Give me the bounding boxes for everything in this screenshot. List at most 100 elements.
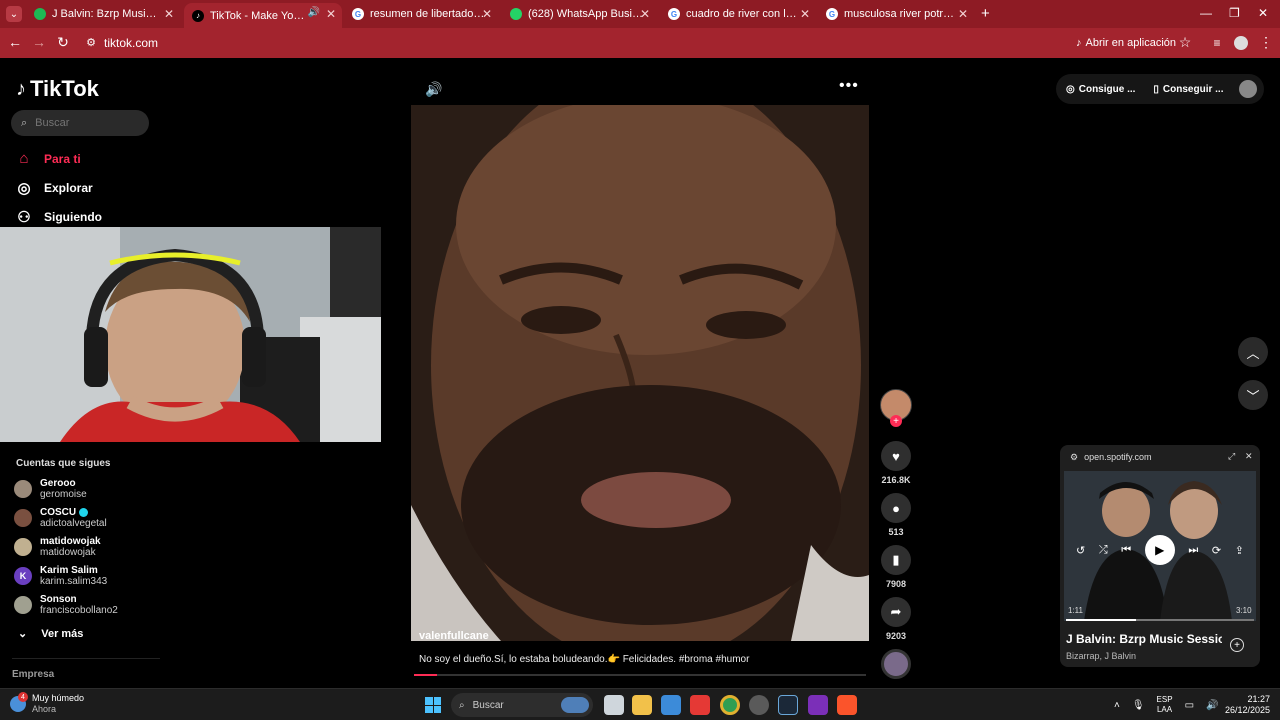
minimize-button[interactable]: — xyxy=(1200,6,1212,20)
next-video-button[interactable]: ﹀ xyxy=(1238,380,1268,410)
brave-icon[interactable] xyxy=(837,695,857,715)
speaker-icon[interactable]: 🔊 xyxy=(308,7,320,18)
open-in-app-button[interactable]: ♪ Abrir en aplicación xyxy=(1068,34,1184,52)
tiktok-logo[interactable]: ♪ TikTok xyxy=(16,76,99,102)
back-to-tab-icon[interactable]: ⤢ xyxy=(1228,451,1235,462)
following-account[interactable]: matidowojak matidowojak xyxy=(14,536,101,558)
weather-widget[interactable]: 4 Muy húmedo Ahora xyxy=(10,692,84,715)
tab-google-musculosa[interactable]: G musculosa river potrero - Buscar ✕ xyxy=(818,3,974,25)
search-box[interactable]: ⌕ xyxy=(11,110,149,136)
chevron-up-icon[interactable]: ˄ xyxy=(1114,700,1120,711)
tab-google-cuadro[interactable]: G cuadro de river con luz - Buscar ✕ xyxy=(660,3,816,25)
microphone-icon[interactable]: 🎙 xyxy=(1132,700,1145,711)
site-settings-icon[interactable]: ⚙ xyxy=(1070,452,1078,463)
close-window-button[interactable]: ✕ xyxy=(1258,6,1268,20)
company-link[interactable]: Empresa xyxy=(12,669,54,680)
following-account[interactable]: Sonson franciscobollano2 xyxy=(14,594,118,616)
overwolf-icon[interactable] xyxy=(749,695,769,715)
bookmark-icon[interactable]: ▮ xyxy=(881,545,911,575)
close-tab-icon[interactable]: ✕ xyxy=(326,7,336,21)
media-controls-icon[interactable]: ≡ xyxy=(1208,36,1226,50)
microsoft-store-icon[interactable] xyxy=(661,695,681,715)
task-view-icon[interactable] xyxy=(604,695,624,715)
tab-label: TikTok - Make Your Day xyxy=(210,9,310,22)
nav-siguiendo[interactable]: ⚇ Siguiendo xyxy=(16,208,102,226)
track-progress-bar[interactable] xyxy=(1066,619,1254,621)
play-button[interactable]: ▶ xyxy=(1144,535,1175,565)
forward-button[interactable]: → xyxy=(30,34,48,50)
more-options-icon[interactable]: ••• xyxy=(839,77,859,95)
tab-whatsapp[interactable]: (628) WhatsApp Business ✕ xyxy=(502,3,656,25)
share-icon[interactable]: ⇪ xyxy=(1235,544,1244,557)
volume-icon[interactable]: 🔊 xyxy=(1206,700,1218,711)
user-avatar[interactable] xyxy=(1239,80,1258,98)
close-tab-icon[interactable]: ✕ xyxy=(800,7,810,21)
save-action[interactable]: ▮ 7908 xyxy=(880,545,912,589)
account-name: COSCU xyxy=(40,507,77,518)
search-input[interactable] xyxy=(35,117,136,129)
video-progress-bar[interactable] xyxy=(414,674,866,676)
phone-icon: ▯ xyxy=(1153,83,1159,95)
heart-icon[interactable]: ♥ xyxy=(881,441,911,471)
windows-start-icon[interactable] xyxy=(425,697,441,713)
comment-icon[interactable]: ● xyxy=(881,493,911,523)
app-y-icon[interactable] xyxy=(808,695,828,715)
tab-search-dropdown-icon[interactable]: ⌄ xyxy=(6,6,22,22)
repeat-icon[interactable]: ⟳ xyxy=(1212,544,1221,557)
bookmark-star-icon[interactable]: ☆ xyxy=(1176,34,1194,51)
video-author[interactable]: valenfullcane xyxy=(419,630,489,642)
volume-icon[interactable]: 🔊 xyxy=(425,81,442,98)
video-top-controls: 🔊 ••• xyxy=(411,73,869,105)
share-action[interactable]: ➦ 9203 xyxy=(880,597,912,641)
language-indicator[interactable]: ESP LAA xyxy=(1157,695,1173,715)
close-tab-icon[interactable]: ✕ xyxy=(958,7,968,21)
get-app-button[interactable]: Conseguir ... xyxy=(1163,84,1224,95)
like-action[interactable]: ♥ 216.8K xyxy=(880,441,912,485)
taskbar-search[interactable]: ⌕ Buscar xyxy=(451,693,593,717)
add-to-library-button[interactable]: + xyxy=(1230,638,1244,652)
tab-google-libertadores[interactable]: G resumen de libertadores 2018 ✕ xyxy=(344,3,498,25)
tab-tiktok[interactable]: ♪ TikTok - Make Your Day 🔊 ✕ xyxy=(184,3,342,28)
total-time: 3:10 xyxy=(1236,606,1252,615)
nav-para-ti[interactable]: ⌂ Para ti xyxy=(16,150,80,167)
close-tab-icon[interactable]: ✕ xyxy=(482,7,492,21)
get-coins-button[interactable]: Consigue ... xyxy=(1079,84,1136,95)
clock[interactable]: 21:27 26/12/2025 xyxy=(1222,694,1270,716)
steam-icon[interactable] xyxy=(778,695,798,715)
new-tab-button[interactable]: + xyxy=(981,5,990,22)
sound-avatar[interactable] xyxy=(880,649,912,679)
restore-button[interactable]: ❐ xyxy=(1229,6,1240,20)
tab-spotify[interactable]: J Balvin: Bzrp Music Session ✕ xyxy=(26,3,180,25)
previous-track-icon[interactable]: ⏮ xyxy=(1121,544,1131,557)
close-mini-player-icon[interactable]: ✕ xyxy=(1245,451,1253,462)
following-account[interactable]: COSCU adictoalvegetal xyxy=(14,507,107,529)
previous-video-button[interactable]: ︿ xyxy=(1238,337,1268,367)
follow-plus-icon[interactable]: + xyxy=(890,415,902,427)
site-info-icon[interactable]: ⚙ xyxy=(82,36,100,49)
profile-avatar[interactable] xyxy=(1234,36,1248,50)
following-account[interactable]: K Karim Salim karim.salim343 xyxy=(14,565,107,587)
google-favicon-icon: G xyxy=(352,8,364,20)
shuffle-icon[interactable]: ⤮ xyxy=(1099,544,1108,557)
nav-explorar[interactable]: ◎ Explorar xyxy=(16,179,92,197)
clock-time: 21:27 xyxy=(1247,694,1270,704)
network-icon[interactable]: ▭ xyxy=(1185,700,1194,711)
tab-label: musculosa river potrero - Buscar xyxy=(844,8,956,20)
creator-avatar-action[interactable]: + xyxy=(880,389,912,427)
chrome-icon[interactable] xyxy=(720,695,740,715)
close-tab-icon[interactable]: ✕ xyxy=(164,7,174,21)
youtube-icon[interactable] xyxy=(690,695,710,715)
close-tab-icon[interactable]: ✕ xyxy=(640,7,650,21)
browser-menu-icon[interactable]: ⋮ xyxy=(1257,34,1275,51)
back-10-icon[interactable]: ↺ xyxy=(1076,544,1085,557)
following-account[interactable]: Gerooo geromoise xyxy=(14,478,87,500)
comment-action[interactable]: ● 513 xyxy=(880,493,912,537)
share-icon[interactable]: ➦ xyxy=(881,597,911,627)
reload-button[interactable]: ↻ xyxy=(54,34,72,51)
see-more-button[interactable]: ⌄ Ver más xyxy=(18,627,83,641)
back-button[interactable]: ← xyxy=(6,34,24,50)
file-explorer-icon[interactable] xyxy=(632,695,652,715)
next-track-icon[interactable]: ⏭ xyxy=(1188,544,1198,557)
video-player[interactable] xyxy=(411,105,869,641)
url-field[interactable]: tiktok.com xyxy=(104,36,158,50)
